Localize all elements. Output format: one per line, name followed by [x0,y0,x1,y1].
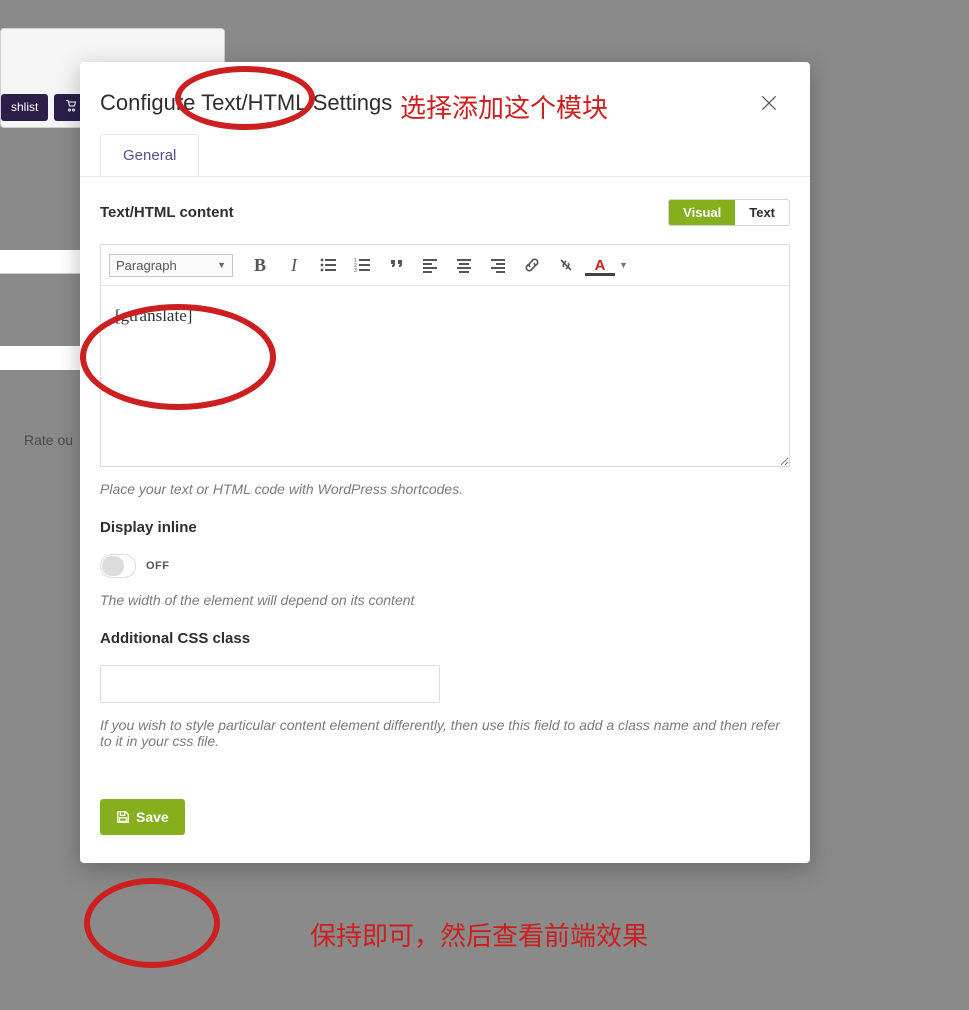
bold-button[interactable]: B [243,251,277,279]
content-hint: Place your text or HTML code with WordPr… [100,481,790,497]
svg-text:3: 3 [354,268,357,273]
link-icon [524,257,540,273]
view-visual-button[interactable]: Visual [669,200,735,225]
view-text-button[interactable]: Text [735,200,789,225]
css-class-hint: If you wish to style particular content … [100,717,790,749]
quote-icon [388,257,404,273]
save-icon [116,810,130,824]
chevron-down-icon: ▼ [217,260,226,270]
align-left-icon [422,257,438,273]
align-center-button[interactable] [447,251,481,279]
modal-header: Configure Text/HTML Settings [80,62,810,134]
italic-button[interactable]: I [277,251,311,279]
wishlist-button-partial: shlist [1,94,48,121]
display-inline-state: OFF [146,560,170,572]
background-rate-label: Rate ou [24,432,73,448]
save-button-label: Save [136,809,169,825]
display-inline-label: Display inline [100,519,790,536]
align-right-icon [490,257,506,273]
blockquote-button[interactable] [379,251,413,279]
paragraph-format-select[interactable]: Paragraph ▼ [109,254,233,277]
link-button[interactable] [515,251,549,279]
number-list-icon: 123 [354,257,370,273]
rich-text-editor: Paragraph ▼ B I 123 [100,244,790,467]
content-field-label: Text/HTML content [100,204,234,221]
bullet-list-icon [320,257,336,273]
editor-view-toggle: Visual Text [668,199,790,226]
bullet-list-button[interactable] [311,251,345,279]
align-right-button[interactable] [481,251,515,279]
paragraph-format-label: Paragraph [116,258,177,273]
tab-general[interactable]: General [100,134,199,176]
annotation-text-bottom: 保持即可，然后查看前端效果 [310,916,648,953]
unlink-button[interactable] [549,251,583,279]
close-button[interactable] [758,92,780,114]
settings-modal: Configure Text/HTML Settings General Tex… [80,62,810,863]
number-list-button[interactable]: 123 [345,251,379,279]
color-underline-icon [585,273,615,276]
annotation-circle-save [84,878,220,968]
modal-tabs: General [80,134,810,176]
display-inline-toggle[interactable] [100,554,136,578]
editor-toolbar: Paragraph ▼ B I 123 [101,245,789,286]
modal-title: Configure Text/HTML Settings [100,90,392,116]
toggle-knob-icon [102,556,124,576]
display-inline-hint: The width of the element will depend on … [100,592,790,608]
background-bar-2 [0,346,80,370]
modal-footer: Save [80,795,810,863]
unlink-icon [558,257,574,273]
text-color-button[interactable]: A [583,251,617,279]
color-chevron-down-icon[interactable]: ▼ [619,260,628,270]
editor-content-area[interactable]: [gtranslate] [101,286,789,466]
css-class-input[interactable] [100,665,440,703]
css-class-label: Additional CSS class [100,630,790,647]
align-left-button[interactable] [413,251,447,279]
align-center-icon [456,257,472,273]
close-icon [759,93,779,113]
save-button[interactable]: Save [100,799,185,835]
